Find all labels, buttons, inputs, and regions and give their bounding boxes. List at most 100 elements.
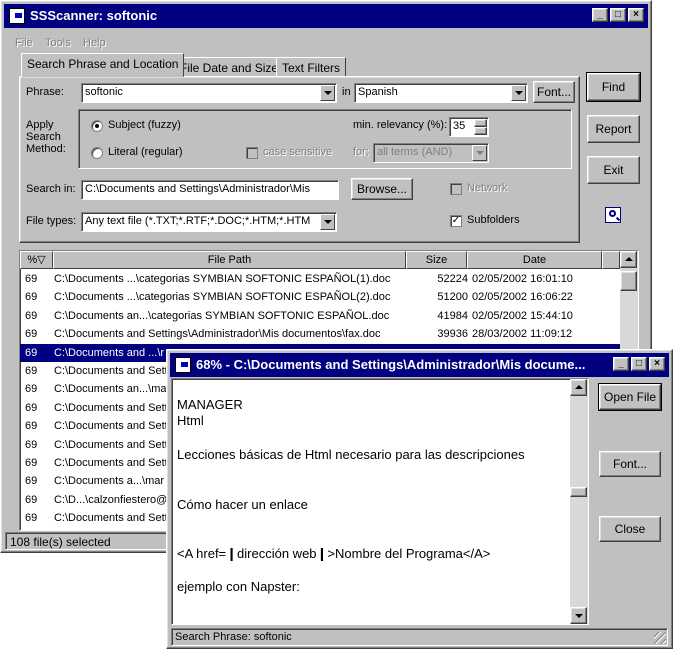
literal-regular-label[interactable]: Literal (regular) bbox=[108, 146, 183, 158]
preview-scroll-thumb[interactable] bbox=[570, 487, 587, 497]
row-file-path: C:\Documents and Settings\Administrador\… bbox=[54, 328, 381, 341]
phrase-value: softonic bbox=[85, 86, 123, 98]
phrase-input[interactable]: softonic bbox=[81, 83, 337, 103]
row-relevancy: 69 bbox=[25, 438, 38, 451]
preview-scroll-up-icon[interactable] bbox=[570, 379, 587, 396]
menu-help[interactable]: Help bbox=[83, 37, 106, 49]
preview-text-area[interactable]: MANAGER Html Lecciones básicas de Html n… bbox=[171, 378, 589, 625]
table-row[interactable]: 69 C:\Documents ...\categorias SYMBIAN SO… bbox=[20, 270, 620, 288]
min-relevancy-input[interactable]: 35 bbox=[449, 117, 489, 137]
language-select[interactable]: Spanish bbox=[354, 83, 528, 103]
literal-regular-radio[interactable] bbox=[91, 147, 103, 159]
main-window-title: SSScanner: softonic bbox=[30, 8, 158, 23]
preview-close-icon[interactable]: × bbox=[649, 357, 665, 371]
preview-window: 68% - C:\Documents and Settings\Administ… bbox=[166, 349, 673, 649]
scroll-up-icon[interactable] bbox=[620, 251, 637, 268]
preview-line: Cómo hacer un enlace bbox=[177, 497, 308, 512]
search-in-input[interactable]: C:\Documents and Settings\Administrador\… bbox=[81, 180, 339, 200]
row-size: 39936 bbox=[437, 328, 468, 341]
preview-line: <A href=❙dirección web❙>Nombre del Progr… bbox=[177, 546, 491, 561]
row-relevancy: 69 bbox=[25, 493, 38, 506]
subject-fuzzy-label[interactable]: Subject (fuzzy) bbox=[108, 119, 181, 131]
row-file-path: C:\Documents an...\categorias SYMBIAN SO… bbox=[54, 309, 390, 322]
preview-line: MANAGER bbox=[177, 397, 243, 412]
tab-file-date-size[interactable]: File Date and Size bbox=[174, 57, 285, 77]
spin-down-icon[interactable] bbox=[474, 127, 487, 135]
row-file-path: C:\Documents ...\categorias SYMBIAN SOFT… bbox=[54, 291, 391, 304]
find-button[interactable]: Find bbox=[586, 72, 641, 102]
menu-file[interactable]: File bbox=[15, 37, 33, 49]
row-relevancy: 69 bbox=[25, 475, 38, 488]
menu-tools[interactable]: Tools bbox=[45, 37, 71, 49]
table-row[interactable]: 69 C:\Documents an...\categorias SYMBIAN … bbox=[20, 307, 620, 325]
min-relevancy-value: 35 bbox=[453, 120, 466, 132]
tab-search-phrase[interactable]: Search Phrase and Location bbox=[21, 53, 185, 77]
minimize-icon[interactable]: _ bbox=[592, 8, 608, 22]
preview-title-bar[interactable]: 68% - C:\Documents and Settings\Administ… bbox=[170, 353, 669, 377]
file-types-dropdown-icon[interactable] bbox=[320, 214, 335, 230]
preview-app-icon bbox=[175, 357, 191, 373]
search-in-value: C:\Documents and Settings\Administrador\… bbox=[85, 183, 310, 195]
subfolders-label[interactable]: Subfolders bbox=[467, 214, 520, 226]
close-icon[interactable]: × bbox=[628, 8, 644, 22]
tab-text-filters[interactable]: Text Filters bbox=[276, 57, 347, 77]
row-file-path: C:\Documents ...\categorias SYMBIAN SOFT… bbox=[54, 273, 391, 285]
for-select[interactable]: all terms (AND) bbox=[373, 143, 489, 163]
preview-close-button[interactable]: Close bbox=[599, 516, 661, 542]
browse-button[interactable]: Browse... bbox=[351, 178, 413, 200]
preview-line: Lecciones básicas de Html necesario para… bbox=[177, 447, 525, 462]
table-row[interactable]: 69 C:\Documents and Settings\Administrado… bbox=[20, 325, 620, 343]
phrase-label: Phrase: bbox=[26, 86, 64, 98]
network-checkbox[interactable] bbox=[450, 183, 462, 195]
row-relevancy: 69 bbox=[25, 365, 38, 377]
column-header-date[interactable]: Date bbox=[467, 251, 602, 269]
preview-window-title: 68% - C:\Documents and Settings\Administ… bbox=[196, 357, 586, 372]
for-label: for: bbox=[353, 146, 369, 158]
row-date: 28/03/2002 11:09:12 bbox=[472, 328, 573, 341]
open-file-button[interactable]: Open File bbox=[598, 383, 662, 411]
language-value: Spanish bbox=[358, 86, 398, 98]
main-title-bar[interactable]: SSScanner: softonic _ □ × bbox=[4, 4, 648, 28]
row-relevancy: 69 bbox=[25, 273, 38, 285]
report-button[interactable]: Report bbox=[587, 115, 640, 143]
phrase-dropdown-icon[interactable] bbox=[320, 85, 335, 101]
row-relevancy: 69 bbox=[25, 457, 38, 469]
font-button[interactable]: Font... bbox=[533, 81, 575, 103]
row-date: 02/05/2002 15:44:10 bbox=[472, 309, 573, 322]
column-header-filler bbox=[602, 251, 620, 269]
subfolders-checkbox[interactable]: ✓ bbox=[450, 215, 462, 227]
method-group bbox=[78, 109, 572, 169]
preview-scroll-down-icon[interactable] bbox=[570, 607, 587, 624]
preview-line: Html bbox=[177, 413, 204, 428]
spin-up-icon[interactable] bbox=[474, 119, 487, 127]
for-dropdown-icon[interactable] bbox=[472, 145, 487, 161]
language-dropdown-icon[interactable] bbox=[511, 85, 526, 101]
preview-scrollbar[interactable] bbox=[570, 379, 588, 624]
maximize-icon[interactable]: □ bbox=[610, 8, 626, 22]
scroll-thumb[interactable] bbox=[620, 271, 637, 291]
search-in-label: Search in: bbox=[26, 183, 76, 195]
row-relevancy: 69 bbox=[25, 420, 38, 433]
case-sensitive-checkbox[interactable] bbox=[246, 147, 258, 159]
column-header-file-path[interactable]: File Path bbox=[53, 251, 406, 269]
file-types-select[interactable]: Any text file (*.TXT;*.RTF;*.DOC;*.HTM;*… bbox=[81, 212, 337, 232]
row-date: 02/05/2002 16:01:10 bbox=[472, 273, 573, 285]
row-relevancy: 69 bbox=[25, 401, 38, 414]
preview-font-button[interactable]: Font... bbox=[599, 451, 661, 477]
resize-grip-icon[interactable] bbox=[654, 632, 666, 644]
network-label: Network bbox=[467, 182, 508, 194]
subject-fuzzy-radio[interactable] bbox=[91, 120, 103, 132]
preview-minimize-icon[interactable]: _ bbox=[613, 357, 629, 371]
table-row[interactable]: 69 C:\Documents ...\categorias SYMBIAN SO… bbox=[20, 288, 620, 306]
column-header-size[interactable]: Size bbox=[406, 251, 467, 269]
preview-status-text: Search Phrase: softonic bbox=[175, 631, 292, 643]
exit-button[interactable]: Exit bbox=[587, 156, 640, 184]
preview-line: ejemplo con Napster: bbox=[177, 579, 300, 594]
preview-maximize-icon[interactable]: □ bbox=[631, 357, 647, 371]
row-relevancy: 69 bbox=[25, 309, 38, 322]
row-size: 41984 bbox=[437, 309, 468, 322]
main-status-text: 108 file(s) selected bbox=[10, 535, 111, 549]
column-header-relevancy[interactable]: %▽ bbox=[20, 251, 53, 269]
row-relevancy: 69 bbox=[25, 328, 38, 341]
file-types-label: File types: bbox=[26, 215, 77, 227]
